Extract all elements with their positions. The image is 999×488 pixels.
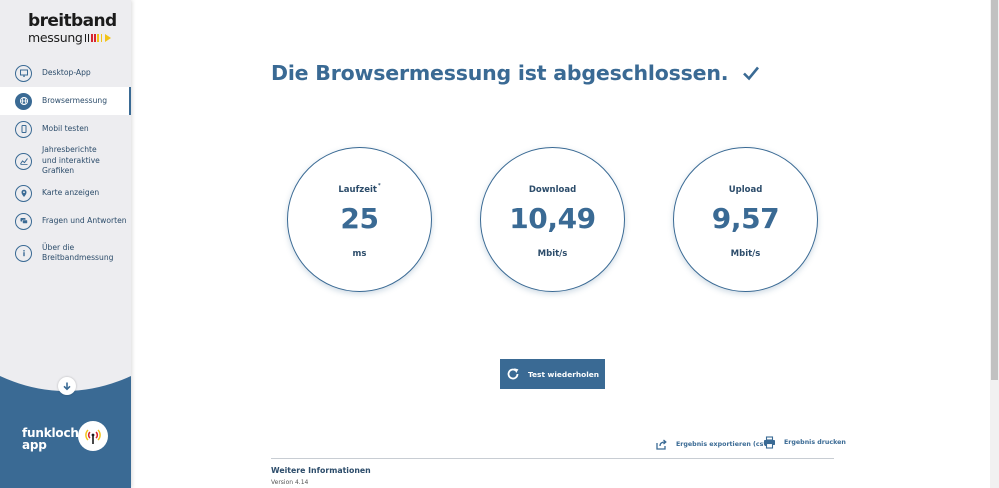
sidebar-item-label: Karte anzeigen — [42, 187, 100, 197]
result-value: 10,49 — [509, 202, 596, 235]
more-info-heading[interactable]: Weitere Informationen — [271, 466, 371, 475]
result-label: Upload — [728, 185, 763, 195]
sidebar-item-label: Über die Breitbandmessung — [42, 242, 114, 263]
logo-arrow-icon — [104, 33, 111, 42]
sidebar-item-label: Fragen und Antworten — [42, 215, 127, 225]
chart-icon — [15, 152, 32, 170]
result-value: 25 — [340, 202, 379, 235]
map-pin-icon — [15, 184, 32, 202]
export-csv-label: Ergebnis exportieren (csv) — [676, 441, 771, 448]
result-header: Die Browsermessung ist abgeschlossen. — [271, 61, 760, 85]
sidebar-item-label: Desktop-App — [42, 67, 91, 77]
export-csv-link[interactable]: Ergebnis exportieren (csv) — [655, 438, 770, 451]
result-unit: Mbit/s — [537, 249, 568, 259]
sidebar-item-label: Mobil testen — [42, 123, 89, 133]
monitor-icon — [15, 64, 32, 82]
page-title: Die Browsermessung ist abgeschlossen. — [271, 61, 729, 85]
breitbandmessung-logo[interactable]: breitband messung — [28, 11, 118, 45]
print-result-label: Ergebnis drucken — [784, 439, 846, 446]
repeat-test-label: Test wiederholen — [527, 369, 600, 379]
sidebar-item-label: Jahresberichte und interaktive Grafiken — [42, 145, 100, 176]
footnote-marker[interactable]: * — [378, 183, 381, 189]
checkmark-icon — [743, 66, 760, 81]
logo-flag-bars-icon — [84, 33, 104, 42]
globe-icon — [15, 92, 32, 110]
arrow-down-icon[interactable] — [58, 377, 76, 395]
smartphone-icon — [15, 120, 32, 138]
result-download: Download 10,49 Mbit/s — [480, 147, 625, 292]
chat-icon — [15, 212, 32, 230]
result-unit: Mbit/s — [730, 249, 761, 259]
sidebar-item-ueber[interactable]: Über die Breitbandmessung — [0, 235, 131, 271]
sidebar-item-browsermessung[interactable]: Browsermessung — [0, 87, 131, 115]
share-export-icon — [656, 439, 667, 450]
sidebar-item-fragen-antworten[interactable]: Fragen und Antworten — [0, 207, 131, 235]
version-label: Version 4.14 — [271, 479, 309, 486]
logo-line1: breitband — [28, 11, 117, 31]
scrollbar[interactable] — [990, 0, 999, 488]
result-label: Laufzeit — [338, 185, 377, 195]
result-label: Download — [528, 185, 577, 195]
logo-line2: messung — [28, 30, 83, 45]
sidebar-nav: Desktop-App Browsermessung Mobil testen … — [0, 59, 131, 271]
info-icon — [15, 244, 32, 262]
sidebar-item-label: Browsermessung — [42, 95, 108, 105]
result-unit: ms — [352, 249, 367, 259]
section-divider — [271, 458, 834, 459]
sidebar-item-mobil-testen[interactable]: Mobil testen — [0, 115, 131, 143]
printer-icon — [764, 436, 775, 449]
sidebar-item-desktop-app[interactable]: Desktop-App — [0, 59, 131, 87]
sidebar: breitband messung Desktop-App Browsermes… — [0, 0, 131, 488]
sidebar-item-jahresberichte[interactable]: Jahresberichte und interaktive Grafiken — [0, 143, 131, 179]
funkloch-antenna-icon[interactable] — [78, 421, 108, 451]
result-upload: Upload 9,57 Mbit/s — [673, 147, 818, 292]
scrollbar-thumb[interactable] — [991, 0, 998, 380]
repeat-test-button[interactable]: Test wiederholen — [500, 359, 605, 389]
funkloch-app-label: funkloch- app — [22, 426, 84, 452]
sidebar-item-karte-anzeigen[interactable]: Karte anzeigen — [0, 179, 131, 207]
result-laufzeit: Laufzeit* 25 ms — [287, 147, 432, 292]
result-value: 9,57 — [711, 202, 780, 235]
refresh-icon — [507, 368, 519, 380]
print-result-link[interactable]: Ergebnis drucken — [763, 436, 846, 449]
